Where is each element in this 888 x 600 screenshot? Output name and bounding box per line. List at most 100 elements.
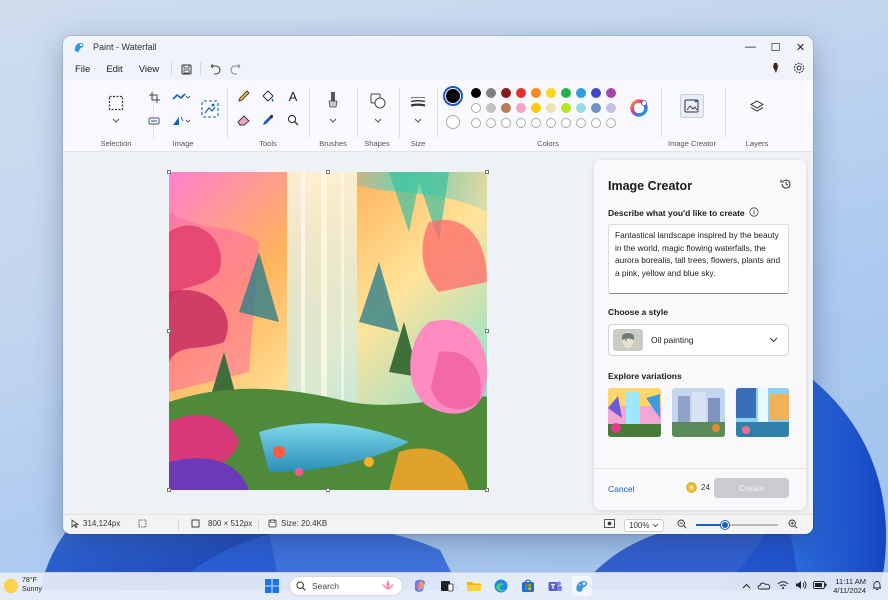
rotate-icon[interactable]	[170, 114, 192, 128]
custom-color-slot[interactable]	[471, 118, 481, 128]
color-swatch[interactable]	[471, 88, 481, 98]
color-swatch[interactable]	[471, 103, 481, 113]
image-creator-button[interactable]	[680, 94, 704, 118]
edge-browser-icon[interactable]	[491, 576, 511, 596]
undo-icon[interactable]	[205, 63, 225, 75]
close-button[interactable]: ✕	[788, 36, 813, 58]
chevron-up-icon[interactable]	[742, 582, 751, 591]
settings-gear-icon[interactable]	[793, 62, 805, 77]
custom-color-slot[interactable]	[561, 118, 571, 128]
cancel-button[interactable]: Cancel	[608, 484, 634, 494]
shapes-icon[interactable]	[369, 92, 387, 110]
custom-color-slot[interactable]	[606, 118, 616, 128]
stroke-size-icon[interactable]	[408, 94, 428, 110]
resize-handle[interactable]	[167, 488, 171, 492]
menu-view[interactable]: View	[131, 64, 167, 75]
onedrive-cloud-icon[interactable]	[757, 581, 771, 592]
microsoft-store-icon[interactable]	[518, 576, 538, 596]
save-icon[interactable]	[176, 64, 196, 75]
custom-color-slot[interactable]	[486, 118, 496, 128]
variation-thumbnail[interactable]	[672, 388, 725, 437]
battery-icon[interactable]	[813, 581, 827, 591]
chevron-down-icon[interactable]	[328, 116, 338, 124]
color-picker-icon[interactable]	[260, 112, 276, 128]
user-avatar-icon[interactable]	[771, 62, 781, 77]
selection-rectangle-icon[interactable]	[107, 94, 125, 112]
resize-icon[interactable]	[170, 90, 192, 104]
taskbar-search[interactable]: Search	[289, 576, 403, 596]
clock[interactable]: 11:11 AM 4/11/2024	[833, 577, 866, 595]
color-swatch[interactable]	[501, 88, 511, 98]
chevron-down-icon[interactable]	[413, 116, 423, 124]
resize-handle[interactable]	[485, 170, 489, 174]
color-swatch[interactable]	[516, 88, 526, 98]
color-swatch[interactable]	[606, 103, 616, 113]
resize-handle[interactable]	[485, 329, 489, 333]
color-swatch[interactable]	[516, 103, 526, 113]
color-swatch[interactable]	[531, 88, 541, 98]
chevron-down-icon[interactable]	[111, 116, 121, 124]
color-swatch[interactable]	[576, 103, 586, 113]
resize-handle[interactable]	[167, 329, 171, 333]
color-swatch[interactable]	[561, 103, 571, 113]
custom-color-slot[interactable]	[576, 118, 586, 128]
copilot-icon[interactable]	[410, 576, 430, 596]
crop-icon[interactable]	[147, 90, 161, 104]
color-swatch[interactable]	[546, 103, 556, 113]
zoom-in-icon[interactable]	[788, 519, 798, 529]
file-explorer-icon[interactable]	[464, 576, 484, 596]
zoom-out-icon[interactable]	[677, 519, 687, 529]
minimize-button[interactable]: —	[738, 36, 763, 58]
waterfall-artwork[interactable]	[169, 172, 487, 490]
custom-color-slot[interactable]	[591, 118, 601, 128]
custom-color-slot[interactable]	[501, 118, 511, 128]
brush-icon[interactable]	[325, 90, 341, 110]
color-swatch[interactable]	[486, 103, 496, 113]
history-icon[interactable]	[780, 178, 792, 193]
color-swatch[interactable]	[561, 88, 571, 98]
zoom-dropdown[interactable]: 100%	[624, 519, 665, 532]
zoom-slider-knob[interactable]	[720, 521, 729, 529]
eraser-icon[interactable]	[235, 112, 251, 128]
info-icon[interactable]	[749, 207, 759, 219]
style-dropdown[interactable]: Oil painting	[608, 324, 789, 356]
redo-icon[interactable]	[225, 63, 245, 75]
create-button[interactable]: Create	[714, 478, 789, 498]
secondary-color-swatch[interactable]	[446, 115, 460, 129]
variation-thumbnail[interactable]	[736, 388, 789, 437]
primary-color-swatch[interactable]	[443, 86, 463, 106]
image-swap-icon[interactable]	[147, 114, 161, 128]
text-tool-icon[interactable]: A	[285, 88, 301, 104]
resize-handle[interactable]	[326, 170, 330, 174]
resize-handle[interactable]	[167, 170, 171, 174]
color-swatch[interactable]	[591, 88, 601, 98]
fill-bucket-icon[interactable]	[260, 88, 276, 104]
resize-handle[interactable]	[326, 488, 330, 492]
menu-file[interactable]: File	[67, 64, 98, 75]
chevron-down-icon[interactable]	[373, 116, 383, 124]
zoom-slider[interactable]	[696, 521, 778, 529]
color-swatch[interactable]	[576, 88, 586, 98]
menu-edit[interactable]: Edit	[98, 64, 130, 75]
layers-icon[interactable]	[748, 98, 766, 116]
magnifier-icon[interactable]	[285, 112, 301, 128]
volume-icon[interactable]	[795, 580, 807, 592]
custom-color-slot[interactable]	[516, 118, 526, 128]
start-windows-icon[interactable]	[262, 576, 282, 596]
paint-taskbar-icon[interactable]	[572, 576, 592, 596]
notification-bell-icon[interactable]	[872, 580, 882, 593]
teams-icon[interactable]	[545, 576, 565, 596]
color-swatch[interactable]	[591, 103, 601, 113]
variation-thumbnail[interactable]	[608, 388, 661, 437]
color-swatch[interactable]	[606, 88, 616, 98]
prompt-textarea[interactable]: Fantastical landscape inspired by the be…	[608, 224, 789, 294]
custom-color-slot[interactable]	[546, 118, 556, 128]
color-swatch[interactable]	[531, 103, 541, 113]
color-swatch[interactable]	[546, 88, 556, 98]
image-adjust-icon[interactable]	[199, 98, 221, 120]
maximize-button[interactable]: ☐	[763, 36, 788, 58]
color-swatch[interactable]	[486, 88, 496, 98]
color-swatch[interactable]	[501, 103, 511, 113]
weather-widget[interactable]: 78°F Sunny	[4, 577, 42, 594]
resize-handle[interactable]	[485, 488, 489, 492]
